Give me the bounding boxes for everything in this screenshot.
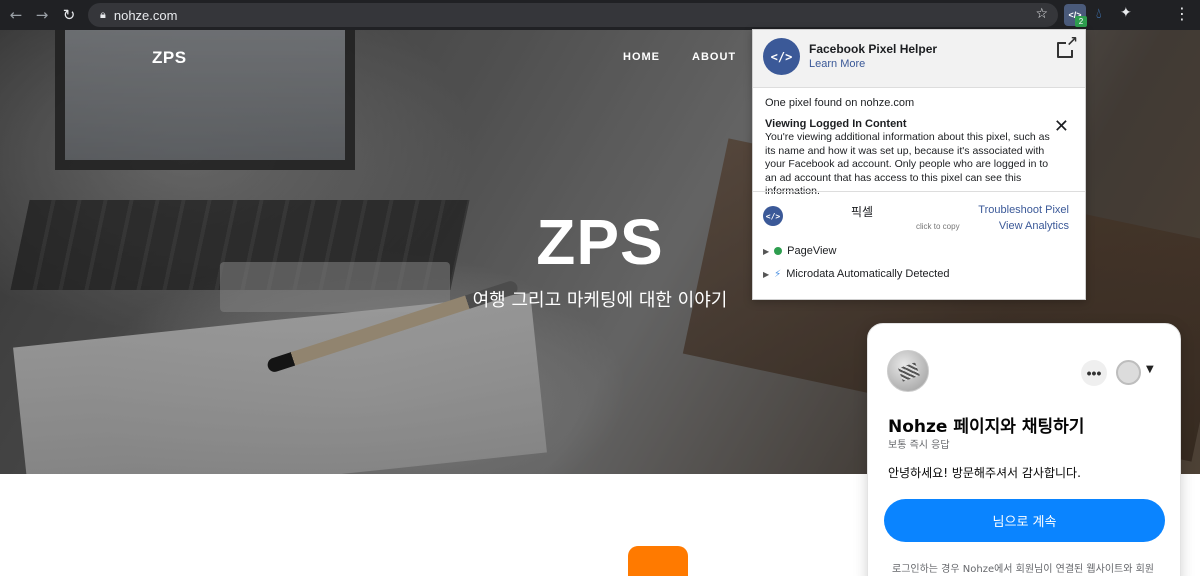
troubleshoot-pixel-link[interactable]: Troubleshoot Pixel [978, 204, 1069, 216]
event-row-microdata[interactable]: ▶ ⚡︎ Microdata Automatically Detected [763, 268, 949, 280]
more-options-icon[interactable]: ••• [1081, 360, 1107, 386]
pixel-name[interactable]: 픽셀 [851, 203, 873, 220]
nav-about-link[interactable]: ABOUT [692, 51, 736, 63]
pixel-helper-title: Facebook Pixel Helper [809, 42, 938, 56]
droplet-extension-icon[interactable]: 💧︎ [1096, 6, 1102, 22]
bookmark-star-icon[interactable]: ☆ [1035, 6, 1048, 22]
click-to-copy-hint: click to copy [916, 222, 960, 231]
chat-response-time: 보통 즉시 응답 [888, 440, 950, 451]
success-check-icon [774, 247, 783, 255]
nav-home-link[interactable]: HOME [623, 51, 660, 63]
site-nav: HOME ABOUT [623, 51, 736, 63]
login-disclaimer: 로그인하는 경우 Nohze에서 회원님이 연결된 웹사이트와 회원 [892, 564, 1155, 575]
browser-toolbar: ← → ↻ 🔒︎ nohze.com ☆ </> 2 💧︎ ✦ ⋮ [0, 0, 1200, 30]
extension-badge: 2 [1075, 16, 1087, 27]
orange-action-button[interactable] [628, 546, 688, 576]
event-row-pageview[interactable]: ▶ PageView [763, 245, 837, 257]
forward-arrow-icon[interactable]: → [31, 4, 53, 26]
expand-triangle-icon: ▶ [763, 269, 770, 279]
reload-icon[interactable]: ↻ [58, 4, 80, 26]
lock-icon: 🔒︎ [100, 8, 106, 21]
pixel-helper-popup: </> Facebook Pixel Helper Learn More One… [752, 29, 1086, 300]
learn-more-link[interactable]: Learn More [809, 58, 865, 70]
extensions-puzzle-icon[interactable]: ✦ [1120, 5, 1132, 21]
pixels-found-text: One pixel found on nohze.com [765, 97, 915, 109]
url-text: nohze.com [113, 7, 178, 23]
event-name: PageView [787, 245, 837, 257]
back-arrow-icon[interactable]: ← [5, 4, 27, 26]
notice-title: Viewing Logged In Content [765, 118, 907, 130]
chat-greeting: 안녕하세요! 방문해주셔서 감사합니다. [888, 466, 1081, 480]
pixel-helper-logo-icon: </> [763, 38, 800, 75]
event-name: Microdata Automatically Detected [786, 268, 950, 280]
notice-body: You're viewing additional information ab… [765, 131, 1050, 197]
messenger-chat-widget: ••• ▼ Nohze 페이지와 채팅하기 보통 즉시 응답 안녕하세요! 방문… [867, 323, 1181, 576]
pixel-code-icon: </> [763, 206, 783, 226]
continue-as-button[interactable]: 님으로 계속 [884, 499, 1165, 542]
page-avatar [887, 350, 929, 392]
external-link-icon[interactable] [1057, 34, 1079, 58]
close-icon[interactable]: ✕ [1054, 116, 1069, 137]
chevron-down-icon[interactable]: ▼ [1146, 364, 1154, 375]
view-analytics-link[interactable]: View Analytics [999, 220, 1069, 232]
expand-triangle-icon: ▶ [763, 246, 770, 256]
divider [753, 191, 1085, 192]
pixel-helper-header: </> Facebook Pixel Helper Learn More [753, 30, 1085, 88]
chat-title: Nohze 페이지와 채팅하기 [888, 417, 1085, 437]
user-avatar[interactable] [1116, 360, 1141, 385]
lightning-bolt-icon: ⚡︎ [774, 268, 782, 280]
browser-menu-icon[interactable]: ⋮ [1174, 4, 1190, 23]
site-logo[interactable]: ZPS [152, 48, 187, 68]
address-bar[interactable]: 🔒︎ nohze.com ☆ [88, 3, 1058, 27]
